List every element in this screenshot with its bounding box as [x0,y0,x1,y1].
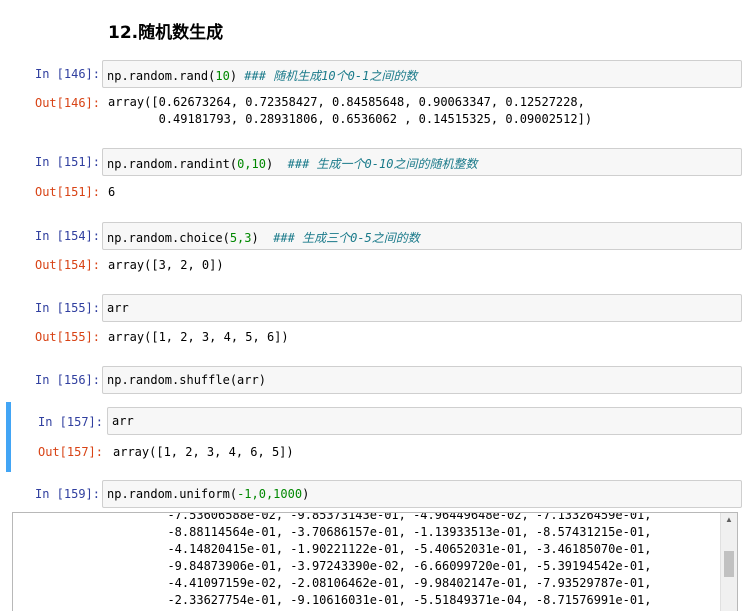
scrolled-output[interactable]: -7.53606588e-02, -9.85373143e-01, -4.964… [12,512,738,611]
output-line: -2.33627754e-01, -9.10616031e-01, -5.518… [153,593,652,607]
output-line: -7.53606588e-02, -9.85373143e-01, -4.964… [153,512,652,522]
output-line: -9.84873906e-01, -3.97243390e-02, -6.660… [153,559,652,573]
input-prompt: In [155]: [34,301,100,315]
code-input[interactable]: arr [107,407,742,435]
code-arg: 0,10 [237,157,266,171]
code-input[interactable]: np.random.choice(5,3) ### 生成三个0-5之间的数 [102,222,742,250]
code-arg: 5,3 [229,231,252,245]
output-prompt: Out[157]: [37,445,103,459]
code-text: np.random.choice [107,231,223,245]
scroll-up-arrow-icon[interactable]: ▲ [725,515,733,524]
cell-output: array([1, 2, 3, 4, 5, 6]) [108,330,289,344]
code-arg: 10 [215,69,230,83]
notebook-cell[interactable]: In [151]: np.random.randint(0,10) ### 生成… [8,146,742,204]
code-arg: -1,0,1000 [237,487,303,501]
code-text: np.random.rand [107,69,209,83]
code-comment: ### 生成一个0-10之间的随机整数 [287,157,478,171]
input-prompt: In [151]: [34,155,100,169]
cell-output: 6 [108,185,116,199]
input-prompt: In [154]: [34,229,100,243]
output-prompt: Out[155]: [34,330,100,344]
code-input[interactable]: np.random.shuffle(arr) [102,366,742,394]
output-lines: -7.53606588e-02, -9.85373143e-01, -4.964… [153,512,652,611]
cell-output: array([1, 2, 3, 4, 6, 5]) [113,445,294,459]
notebook-cell[interactable]: In [159]: np.random.uniform(-1,0,1000) [8,478,742,512]
code-input[interactable]: np.random.randint(0,10) ### 生成一个0-10之间的随… [102,148,742,176]
cell-output: array([3, 2, 0]) [108,258,224,272]
cell-output: array([0.62673264, 0.72358427, 0.8458564… [108,95,593,126]
code-input[interactable]: arr [102,294,742,322]
section-heading: 12.随机数生成 [108,23,224,43]
code-comment: ### 随机生成10个0-1之间的数 [244,69,418,83]
input-prompt: In [157]: [37,415,103,429]
code-text: np.random.uniform [107,487,230,501]
input-prompt: In [146]: [34,67,100,81]
vertical-scrollbar[interactable]: ▲ [720,513,737,611]
output-prompt: Out[151]: [34,185,100,199]
code-text: np.random.randint [107,157,230,171]
code-input[interactable]: np.random.rand(10) ### 随机生成10个0-1之间的数 [102,60,742,88]
notebook-cell[interactable]: In [154]: np.random.choice(5,3) ### 生成三个… [8,220,742,278]
code-comment: ### 生成三个0-5之间的数 [273,231,420,245]
input-prompt: In [156]: [34,373,100,387]
notebook-cell[interactable]: In [156]: np.random.shuffle(arr) [8,364,742,398]
output-line: -4.14820415e-01, -1.90221122e-01, -5.406… [153,542,652,556]
code-input[interactable]: np.random.uniform(-1,0,1000) [102,480,742,508]
output-line: -8.88114564e-01, -3.70686157e-01, -1.139… [153,525,652,539]
notebook-cell[interactable]: In [146]: np.random.rand(10) ### 随机生成10个… [8,58,742,130]
output-prompt: Out[154]: [34,258,100,272]
scrollbar-thumb[interactable] [724,551,734,577]
notebook-cell[interactable]: In [155]: arr Out[155]: array([1, 2, 3, … [8,292,742,350]
notebook-cell-selected[interactable]: In [157]: arr Out[157]: array([1, 2, 3, … [6,402,742,472]
output-line: -4.41097159e-02, -2.08106462e-01, -9.984… [153,576,652,590]
input-prompt: In [159]: [34,487,100,501]
output-prompt: Out[146]: [34,96,100,110]
